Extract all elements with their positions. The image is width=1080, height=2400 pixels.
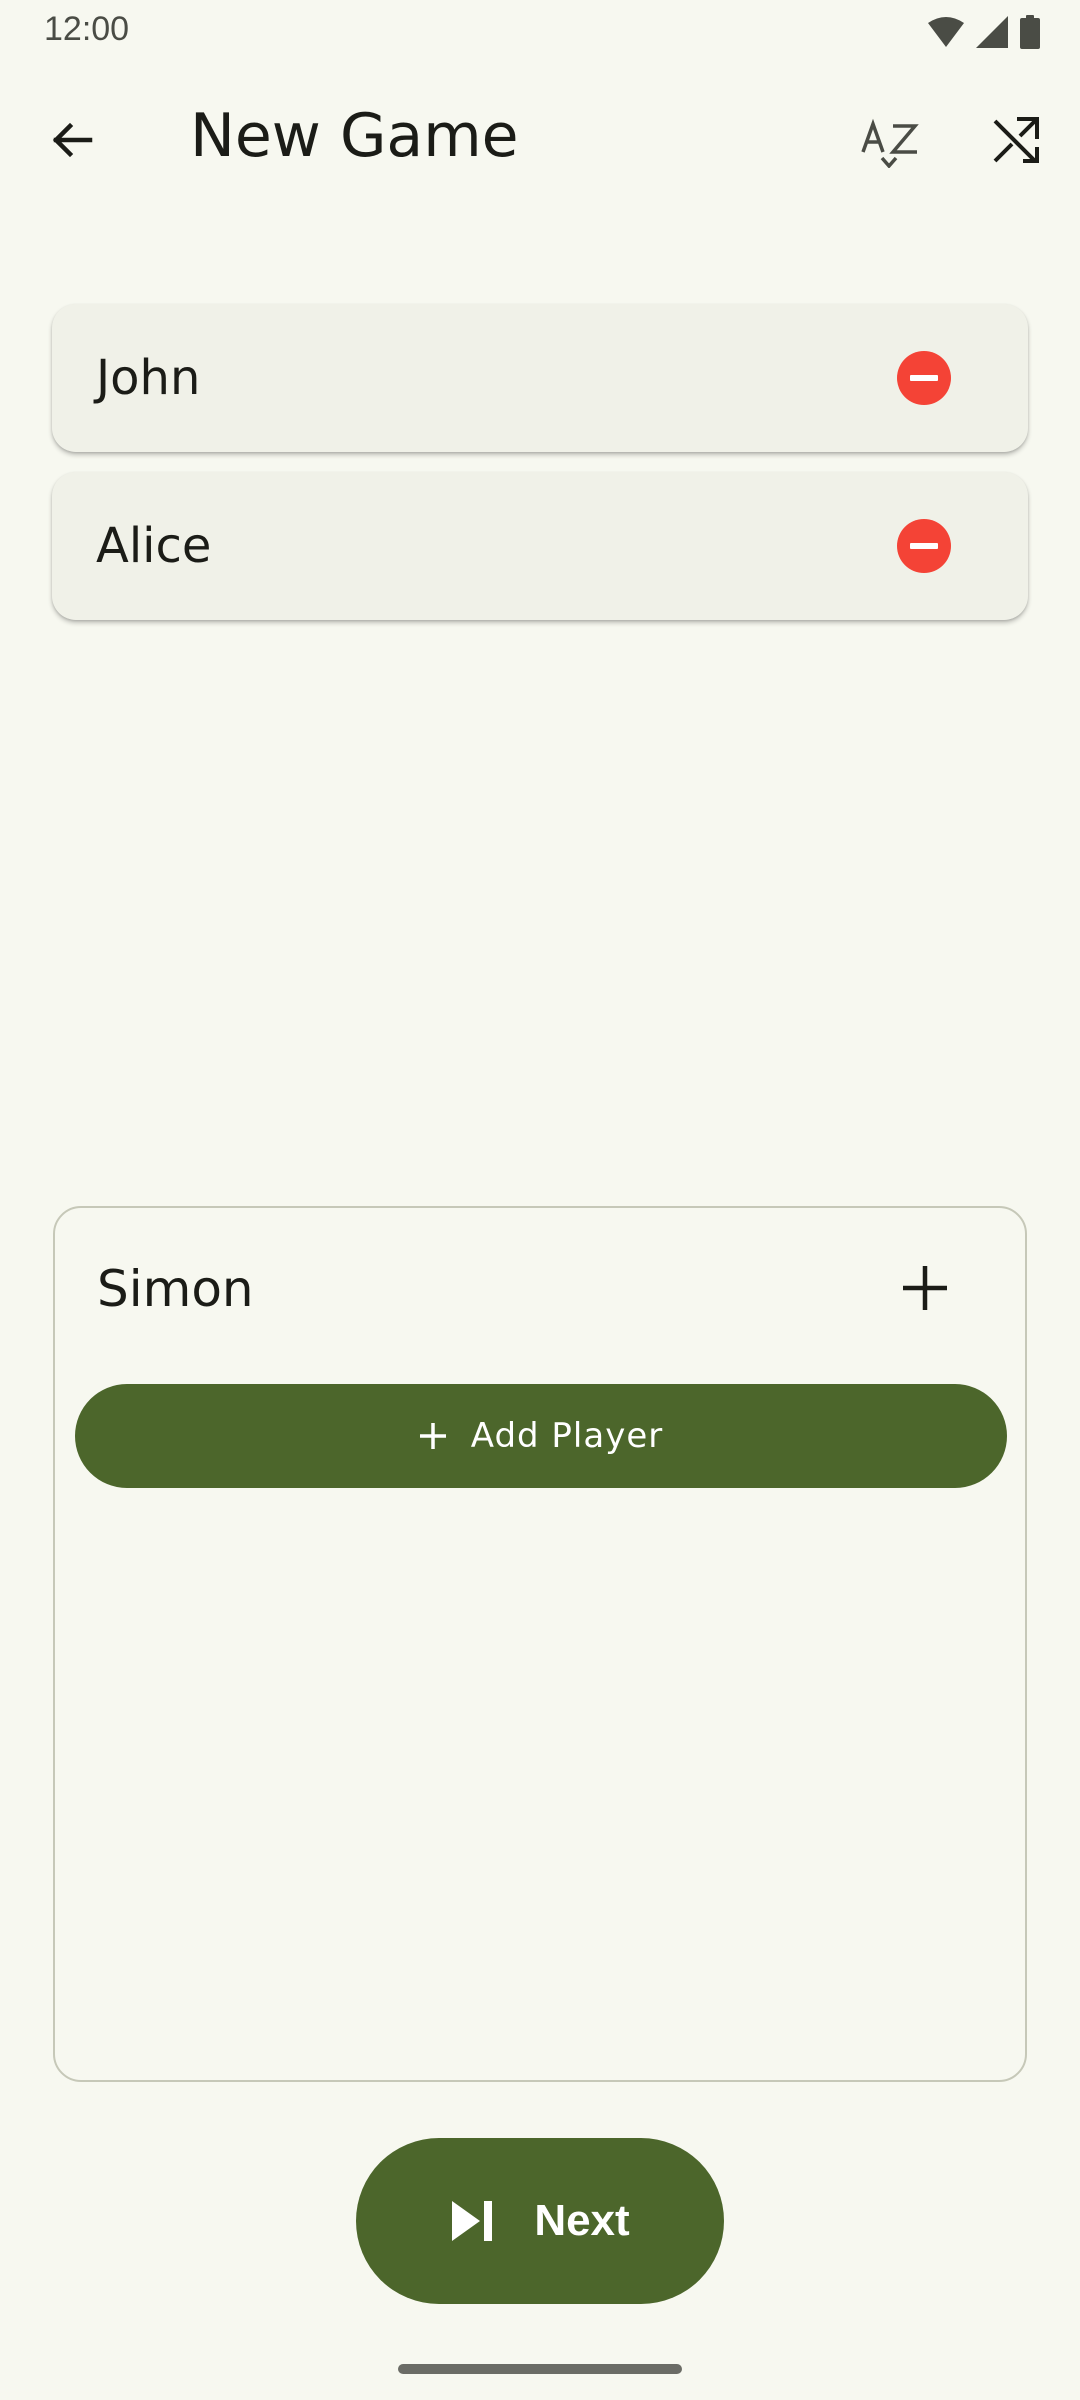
- remove-player-button[interactable]: [872, 494, 976, 598]
- remove-player-button[interactable]: [872, 326, 976, 430]
- inline-add-button[interactable]: [873, 1236, 977, 1340]
- plus-icon: [419, 1423, 446, 1449]
- battery-icon: [1020, 15, 1040, 49]
- player-name: John: [96, 350, 201, 406]
- cell-signal-icon: [976, 16, 1008, 48]
- player-card: Alice: [52, 472, 1028, 620]
- sort-alpha-icon: [861, 118, 919, 168]
- plus-icon: [903, 1266, 947, 1310]
- add-player-panel: Add Player: [53, 1206, 1027, 2082]
- status-icons: [928, 12, 1040, 52]
- player-card: John: [52, 304, 1028, 452]
- add-player-button[interactable]: Add Player: [75, 1384, 1007, 1488]
- skip-next-icon: [452, 2201, 493, 2241]
- page-title: New Game: [190, 101, 519, 171]
- top-app-bar: New Game: [0, 80, 1080, 192]
- add-player-label: Add Player: [470, 1416, 664, 1456]
- status-bar: 12:00: [0, 0, 1080, 64]
- remove-circle-icon: [897, 519, 951, 573]
- arrow-back-icon: [52, 122, 93, 158]
- next-button[interactable]: Next: [356, 2138, 724, 2304]
- sort-alphabetically-button[interactable]: [846, 96, 934, 184]
- next-label: Next: [534, 2196, 630, 2245]
- back-button[interactable]: [28, 96, 116, 184]
- gesture-navigation-bar[interactable]: [398, 2364, 682, 2374]
- shuffle-button[interactable]: [972, 96, 1060, 184]
- player-name: Alice: [96, 518, 212, 574]
- player-name-input[interactable]: [97, 1244, 857, 1334]
- shuffle-icon: [993, 117, 1039, 163]
- status-time: 12:00: [44, 10, 130, 48]
- remove-circle-icon: [897, 351, 951, 405]
- wifi-icon: [928, 17, 964, 47]
